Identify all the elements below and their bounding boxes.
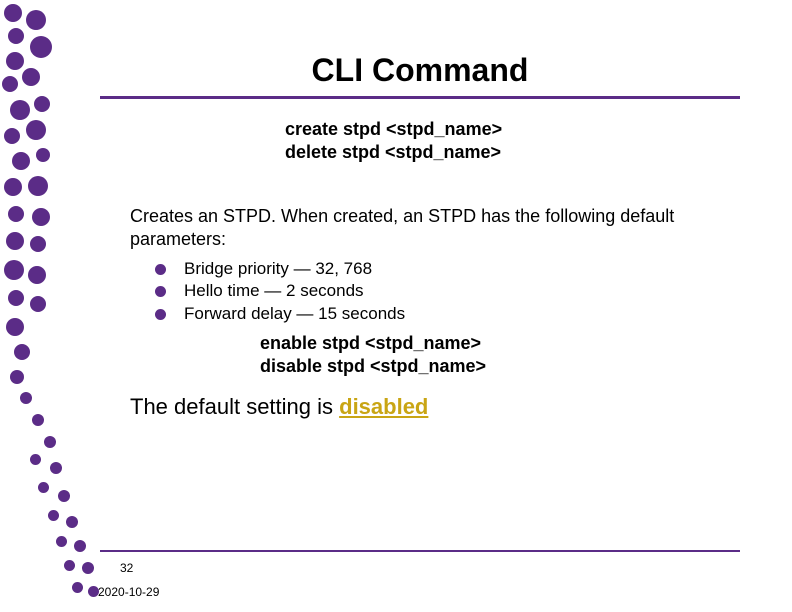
default-highlight: disabled: [339, 394, 428, 419]
decorative-dots: [0, 0, 100, 612]
bullet-text: Forward delay — 15 seconds: [184, 303, 405, 325]
list-item: Forward delay — 15 seconds: [155, 303, 685, 325]
cmd-enable: enable stpd <stpd_name>: [260, 332, 486, 355]
page-date: 2020-10-29: [98, 585, 159, 599]
bullet-icon: [155, 286, 166, 297]
bullet-text: Bridge priority — 32, 768: [184, 258, 372, 280]
bullet-text: Hello time — 2 seconds: [184, 280, 364, 302]
bullet-list: Bridge priority — 32, 768 Hello time — 2…: [155, 258, 685, 325]
bullet-icon: [155, 309, 166, 320]
slide: CLI Command create stpd <stpd_name> dele…: [0, 0, 792, 612]
page-title: CLI Command: [100, 52, 740, 89]
default-prefix: The default setting is: [130, 394, 339, 419]
page-number: 32: [120, 561, 133, 575]
footer-divider: [100, 550, 740, 552]
bullet-icon: [155, 264, 166, 275]
cmd-disable: disable stpd <stpd_name>: [260, 355, 486, 378]
command-block-1: create stpd <stpd_name> delete stpd <stp…: [285, 118, 502, 163]
command-block-2: enable stpd <stpd_name> disable stpd <st…: [260, 332, 486, 379]
list-item: Hello time — 2 seconds: [155, 280, 685, 302]
description-text: Creates an STPD. When created, an STPD h…: [130, 205, 690, 251]
cmd-delete: delete stpd <stpd_name>: [285, 141, 502, 164]
title-divider: [100, 96, 740, 99]
default-setting-text: The default setting is disabled: [130, 394, 428, 420]
cmd-create: create stpd <stpd_name>: [285, 118, 502, 141]
list-item: Bridge priority — 32, 768: [155, 258, 685, 280]
